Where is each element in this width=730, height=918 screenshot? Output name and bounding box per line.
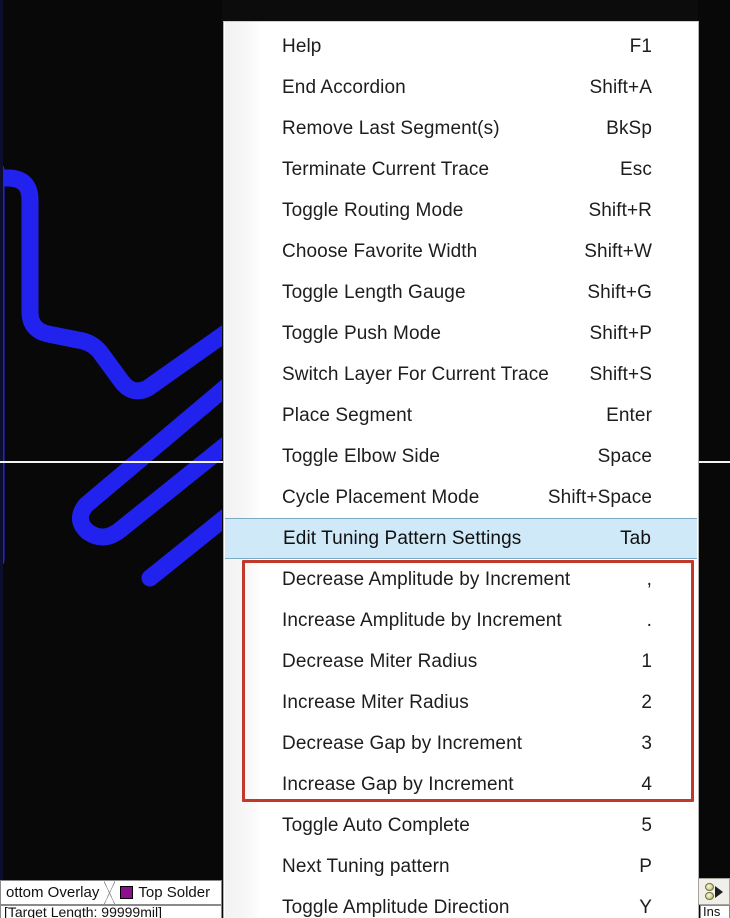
menu-item-terminate-current-trace[interactable]: Terminate Current Trace Esc	[224, 149, 698, 190]
menu-item-label: Cycle Placement Mode	[282, 486, 480, 508]
target-length-status: [Target Length: 99999mil]	[0, 905, 222, 918]
menu-item-decrease-amplitude-by-increment[interactable]: Decrease Amplitude by Increment ,	[224, 559, 698, 600]
menu-item-edit-tuning-pattern-settings[interactable]: Edit Tuning Pattern Settings Tab	[225, 518, 697, 559]
menu-item-label: Decrease Gap by Increment	[282, 732, 523, 754]
menu-item-decrease-miter-radius[interactable]: Decrease Miter Radius 1	[224, 641, 698, 682]
menu-item-toggle-elbow-side[interactable]: Toggle Elbow Side Space	[224, 436, 698, 477]
menu-item-shortcut: Shift+P	[589, 322, 652, 344]
menu-item-shortcut: 4	[641, 773, 652, 795]
menu-item-decrease-gap-by-increment[interactable]: Decrease Gap by Increment 3	[224, 723, 698, 764]
menu-item-label: Decrease Amplitude by Increment	[282, 568, 571, 590]
menu-item-shortcut: P	[639, 855, 652, 877]
canvas-left-edge	[0, 0, 3, 880]
menu-item-label: Next Tuning pattern	[282, 855, 450, 877]
menu-item-label: Toggle Push Mode	[282, 322, 441, 344]
menu-item-shortcut: 1	[641, 650, 652, 672]
layer-tab-bar[interactable]: ottom Overlay Top Solder	[0, 880, 222, 905]
menu-item-label: Edit Tuning Pattern Settings	[283, 527, 522, 549]
menu-item-increase-amplitude-by-increment[interactable]: Increase Amplitude by Increment .	[224, 600, 698, 641]
menu-item-shortcut: Shift+A	[589, 76, 652, 98]
menu-item-place-segment[interactable]: Place Segment Enter	[224, 395, 698, 436]
menu-item-choose-favorite-width[interactable]: Choose Favorite Width Shift+W	[224, 231, 698, 272]
menu-item-label: Switch Layer For Current Trace	[282, 363, 549, 385]
pad-dot-bottom	[705, 892, 714, 900]
menu-item-help[interactable]: Help F1	[224, 26, 698, 67]
menu-item-shortcut: Space	[597, 445, 652, 467]
menu-item-increase-gap-by-increment[interactable]: Increase Gap by Increment 4	[224, 764, 698, 805]
menu-item-shortcut: Shift+R	[588, 199, 652, 221]
menu-item-remove-last-segments[interactable]: Remove Last Segment(s) BkSp	[224, 108, 698, 149]
menu-item-label: Remove Last Segment(s)	[282, 117, 500, 139]
menu-item-label: Toggle Routing Mode	[282, 199, 464, 221]
menu-item-label: End Accordion	[282, 76, 406, 98]
menu-item-label: Choose Favorite Width	[282, 240, 478, 262]
pcb-trace-group	[0, 162, 222, 587]
menu-item-toggle-amplitude-direction[interactable]: Toggle Amplitude Direction Y	[224, 887, 698, 918]
menu-item-shortcut: Y	[639, 896, 652, 918]
layer-tab-label: ottom Overlay	[6, 884, 100, 901]
insert-mode-indicator: Ins	[700, 905, 730, 918]
menu-item-label: Terminate Current Trace	[282, 158, 490, 180]
menu-item-shortcut: Shift+W	[584, 240, 652, 262]
menu-item-label: Place Segment	[282, 404, 413, 426]
menu-item-shortcut: Esc	[620, 158, 652, 180]
layer-color-swatch	[120, 886, 134, 899]
menu-item-increase-miter-radius[interactable]: Increase Miter Radius 2	[224, 682, 698, 723]
menu-item-end-accordion[interactable]: End Accordion Shift+A	[224, 67, 698, 108]
menu-item-label: Increase Miter Radius	[282, 691, 469, 713]
menu-item-switch-layer-for-current-trace[interactable]: Switch Layer For Current Trace Shift+S	[224, 354, 698, 395]
menu-item-shortcut: ,	[646, 568, 652, 590]
menu-top-strip	[222, 0, 698, 21]
pad-dot-top	[705, 883, 714, 891]
routing-context-menu[interactable]: Help F1 End Accordion Shift+A Remove Las…	[223, 21, 699, 918]
menu-item-label: Toggle Amplitude Direction	[282, 896, 510, 918]
layer-tab-label: Top Solder	[138, 884, 211, 901]
menu-item-shortcut: 2	[641, 691, 652, 713]
menu-item-toggle-push-mode[interactable]: Toggle Push Mode Shift+P	[224, 313, 698, 354]
menu-item-shortcut: 5	[641, 814, 652, 836]
play-arrow-icon[interactable]	[715, 885, 723, 898]
menu-item-shortcut: F1	[629, 35, 652, 57]
menu-item-toggle-routing-mode[interactable]: Toggle Routing Mode Shift+R	[224, 190, 698, 231]
menu-item-shortcut: .	[646, 609, 652, 631]
pad-stack-icon	[705, 883, 714, 900]
menu-item-shortcut: Enter	[606, 404, 652, 426]
layer-tab-top-solder[interactable]: Top Solder	[115, 881, 215, 904]
menu-item-shortcut: Shift+S	[589, 363, 652, 385]
menu-item-shortcut: Shift+G	[587, 281, 652, 303]
layer-tab-bottom-overlay[interactable]: ottom Overlay	[1, 881, 104, 904]
menu-item-label: Decrease Miter Radius	[282, 650, 478, 672]
menu-item-label: Toggle Elbow Side	[282, 445, 441, 467]
application-window: Help F1 End Accordion Shift+A Remove Las…	[0, 0, 730, 918]
menu-item-shortcut: Tab	[620, 527, 651, 549]
menu-item-list: Help F1 End Accordion Shift+A Remove Las…	[224, 22, 698, 918]
menu-item-shortcut: BkSp	[606, 117, 652, 139]
menu-item-label: Increase Amplitude by Increment	[282, 609, 562, 631]
menu-item-cycle-placement-mode[interactable]: Cycle Placement Mode Shift+Space	[224, 477, 698, 518]
menu-item-toggle-length-gauge[interactable]: Toggle Length Gauge Shift+G	[224, 272, 698, 313]
pad-navigation-panel[interactable]	[698, 878, 730, 905]
menu-item-shortcut: Shift+Space	[547, 486, 652, 508]
menu-item-label: Increase Gap by Increment	[282, 773, 514, 795]
menu-item-label: Help	[282, 35, 322, 57]
menu-item-label: Toggle Length Gauge	[282, 281, 466, 303]
menu-item-toggle-auto-complete[interactable]: Toggle Auto Complete 5	[224, 805, 698, 846]
menu-item-shortcut: 3	[641, 732, 652, 754]
menu-item-next-tuning-pattern[interactable]: Next Tuning pattern P	[224, 846, 698, 887]
menu-item-label: Toggle Auto Complete	[282, 814, 470, 836]
layer-tab-separator-icon	[104, 881, 116, 904]
